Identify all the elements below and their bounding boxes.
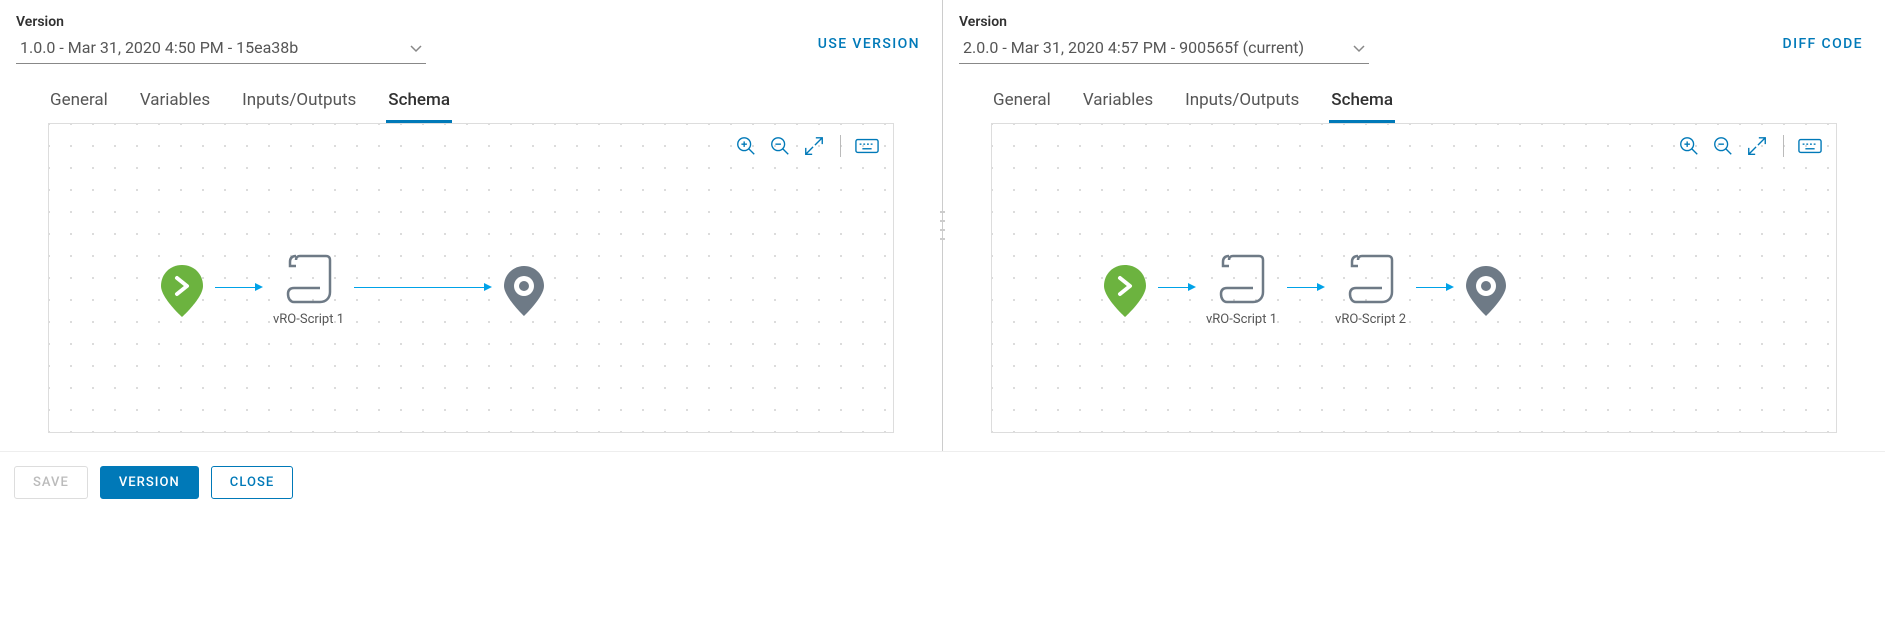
script-node-label: vRO-Script 2	[1335, 312, 1406, 327]
right-schema-flow: vRO-Script 1 vRO-Script 2	[1102, 254, 1508, 327]
right-tabs: General Variables Inputs/Outputs Schema	[943, 64, 1885, 123]
toolbar-separator	[840, 135, 841, 157]
compare-container: Version 1.0.0 - Mar 31, 2020 4:50 PM - 1…	[0, 0, 1885, 451]
script-node[interactable]: vRO-Script 1	[273, 254, 344, 327]
version-button[interactable]: VERSION	[100, 466, 199, 499]
left-version-block: Version 1.0.0 - Mar 31, 2020 4:50 PM - 1…	[16, 14, 812, 64]
tab-schema[interactable]: Schema	[1329, 84, 1395, 123]
end-node[interactable]	[502, 264, 546, 318]
right-schema-canvas[interactable]: vRO-Script 1 vRO-Script 2	[991, 123, 1837, 433]
version-label: Version	[16, 14, 812, 30]
tab-variables[interactable]: Variables	[1081, 84, 1155, 123]
close-button[interactable]: CLOSE	[211, 466, 293, 499]
script-node[interactable]: vRO-Script 1	[1206, 254, 1277, 327]
zoom-out-icon[interactable]	[768, 134, 792, 158]
use-version-button[interactable]: USE VERSION	[812, 36, 926, 64]
footer-bar: SAVE VERSION CLOSE	[0, 451, 1885, 513]
fit-screen-icon[interactable]	[802, 134, 826, 158]
right-version-select[interactable]: 2.0.0 - Mar 31, 2020 4:57 PM - 900565f (…	[959, 32, 1369, 64]
flow-arrow	[1416, 262, 1454, 312]
script-node-label: vRO-Script 1	[273, 312, 344, 327]
left-canvas-wrap: vRO-Script 1	[0, 123, 942, 451]
tab-general[interactable]: General	[991, 84, 1053, 123]
pane-divider[interactable]	[942, 0, 943, 451]
keyboard-icon[interactable]	[855, 134, 879, 158]
left-schema-flow: vRO-Script 1	[159, 254, 546, 327]
tab-variables[interactable]: Variables	[138, 84, 212, 123]
left-header: Version 1.0.0 - Mar 31, 2020 4:50 PM - 1…	[0, 0, 942, 64]
save-button: SAVE	[14, 466, 88, 499]
flow-arrow	[1287, 262, 1325, 312]
script-node-label: vRO-Script 1	[1206, 312, 1277, 327]
end-node[interactable]	[1464, 264, 1508, 318]
left-tabs: General Variables Inputs/Outputs Schema	[0, 64, 942, 123]
right-version-block: Version 2.0.0 - Mar 31, 2020 4:57 PM - 9…	[959, 14, 1777, 64]
start-node[interactable]	[1102, 263, 1148, 319]
tab-inputs-outputs[interactable]: Inputs/Outputs	[1183, 84, 1301, 123]
tab-schema[interactable]: Schema	[386, 84, 452, 123]
zoom-in-icon[interactable]	[734, 134, 758, 158]
flow-arrow	[354, 262, 492, 312]
chevron-down-icon	[1353, 38, 1365, 57]
zoom-out-icon[interactable]	[1711, 134, 1735, 158]
left-version-select[interactable]: 1.0.0 - Mar 31, 2020 4:50 PM - 15ea38b	[16, 32, 426, 64]
flow-arrow	[215, 262, 263, 312]
version-value: 2.0.0 - Mar 31, 2020 4:57 PM - 900565f (…	[963, 38, 1304, 57]
right-pane: Version 2.0.0 - Mar 31, 2020 4:57 PM - 9…	[943, 0, 1885, 451]
fit-screen-icon[interactable]	[1745, 134, 1769, 158]
left-schema-canvas[interactable]: vRO-Script 1	[48, 123, 894, 433]
tab-inputs-outputs[interactable]: Inputs/Outputs	[240, 84, 358, 123]
version-label: Version	[959, 14, 1777, 30]
canvas-toolbar	[1677, 134, 1822, 158]
canvas-toolbar	[734, 134, 879, 158]
tab-general[interactable]: General	[48, 84, 110, 123]
flow-arrow	[1158, 262, 1196, 312]
diff-code-button[interactable]: DIFF CODE	[1777, 36, 1869, 64]
toolbar-separator	[1783, 135, 1784, 157]
keyboard-icon[interactable]	[1798, 134, 1822, 158]
right-canvas-wrap: vRO-Script 1 vRO-Script 2	[943, 123, 1885, 451]
right-header: Version 2.0.0 - Mar 31, 2020 4:57 PM - 9…	[943, 0, 1885, 64]
version-value: 1.0.0 - Mar 31, 2020 4:50 PM - 15ea38b	[20, 38, 298, 57]
chevron-down-icon	[410, 38, 422, 57]
script-node[interactable]: vRO-Script 2	[1335, 254, 1406, 327]
drag-handle-icon	[940, 208, 945, 244]
start-node[interactable]	[159, 263, 205, 319]
zoom-in-icon[interactable]	[1677, 134, 1701, 158]
left-pane: Version 1.0.0 - Mar 31, 2020 4:50 PM - 1…	[0, 0, 942, 451]
